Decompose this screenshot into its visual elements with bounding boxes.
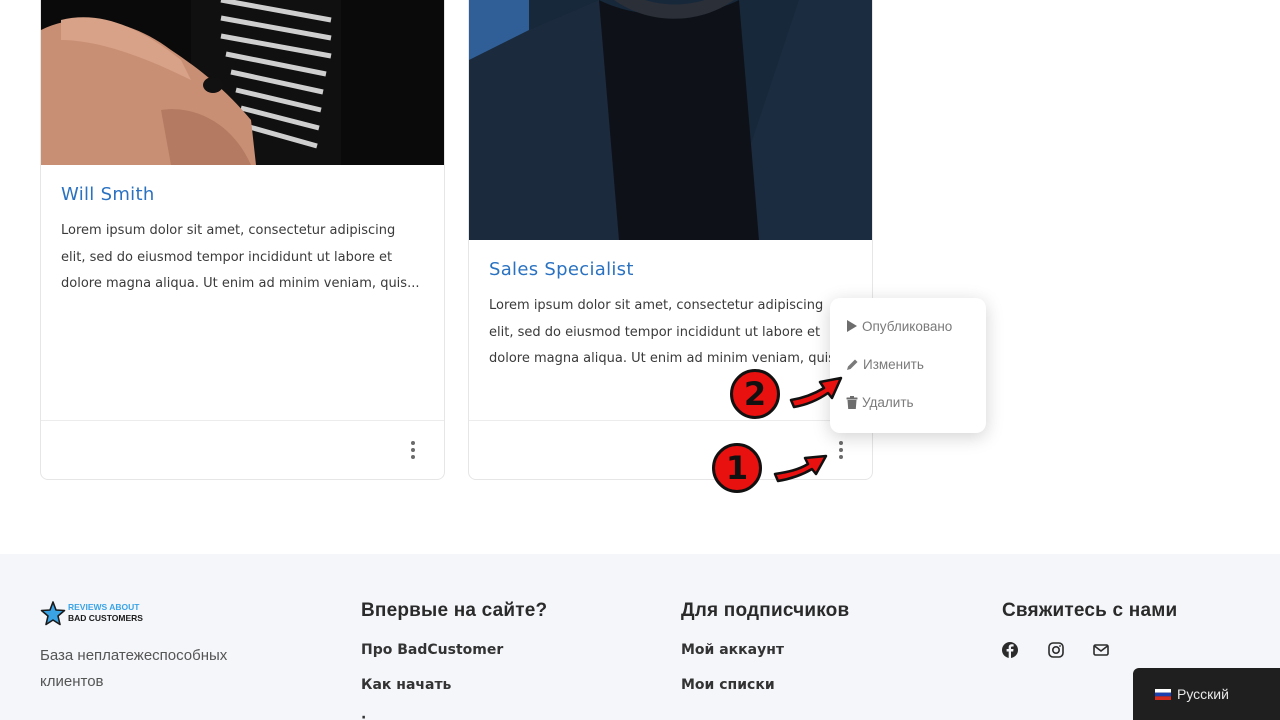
more-options-icon[interactable] — [833, 438, 849, 462]
photo-sales-specialist — [469, 0, 872, 240]
language-switcher[interactable]: Русский — [1133, 668, 1280, 720]
site-footer — [0, 554, 1280, 720]
pencil-icon — [847, 359, 858, 370]
menu-item-edit[interactable]: Изменить — [846, 353, 924, 375]
more-options-icon[interactable] — [405, 438, 421, 462]
footer-link-about[interactable]: Про BadCustomer — [361, 642, 503, 658]
logo-line-2: BAD CUSTOMERS — [68, 613, 143, 623]
mail-icon[interactable] — [1092, 641, 1110, 659]
menu-item-delete[interactable]: Удалить — [846, 391, 914, 413]
annotation-arrow-icon — [773, 454, 828, 483]
footer-heading-new-visitors: Впервые на сайте? — [361, 600, 548, 621]
footer-link-getting-started[interactable]: Как начать — [361, 677, 451, 693]
facebook-icon[interactable] — [1001, 641, 1019, 659]
logo-text: REVIEWS ABOUT BAD CUSTOMERS — [68, 602, 143, 624]
profile-photo[interactable] — [41, 0, 444, 165]
card-title[interactable]: Sales Specialist — [489, 259, 634, 280]
card-context-menu: Опубликовано Изменить Удалить — [830, 298, 986, 433]
profile-photo[interactable] — [469, 0, 872, 240]
footer-link-my-lists[interactable]: Мои списки — [681, 677, 775, 693]
footer-link-my-account[interactable]: Мой аккаунт — [681, 642, 784, 658]
card-description: Lorem ipsum dolor sit amet, consectetur … — [61, 223, 420, 291]
site-logo[interactable]: REVIEWS ABOUT BAD CUSTOMERS — [40, 600, 143, 626]
footer-heading-subscribers: Для подписчиков — [681, 600, 850, 621]
card-footer — [41, 420, 444, 479]
footer-link-partial[interactable]: · — [361, 710, 371, 720]
language-label: Русский — [1177, 686, 1229, 702]
menu-item-label: Изменить — [863, 356, 924, 372]
menu-item-label: Опубликовано — [862, 318, 953, 334]
annotation-step-1: 1 — [712, 443, 762, 493]
card-description: Lorem ipsum dolor sit amet, consectetur … — [489, 298, 848, 366]
menu-item-published[interactable]: Опубликовано — [846, 315, 952, 337]
footer-heading-contact: Свяжитесь с нами — [1002, 600, 1178, 621]
photo-will-smith — [41, 0, 444, 165]
annotation-arrow-icon — [789, 376, 843, 409]
menu-item-label: Удалить — [862, 394, 914, 410]
trash-icon — [846, 395, 858, 409]
footer-tagline: База неплатежеспособных клиентов — [40, 647, 228, 690]
profile-card: Will Smith Lorem ipsum dolor sit amet, c… — [40, 0, 445, 480]
logo-line-1: REVIEWS ABOUT — [68, 602, 140, 612]
annotation-step-2: 2 — [730, 369, 780, 419]
star-icon — [40, 601, 66, 626]
play-icon — [847, 320, 857, 332]
card-title[interactable]: Will Smith — [61, 184, 155, 205]
russia-flag-icon — [1155, 688, 1171, 700]
instagram-icon[interactable] — [1047, 641, 1065, 659]
